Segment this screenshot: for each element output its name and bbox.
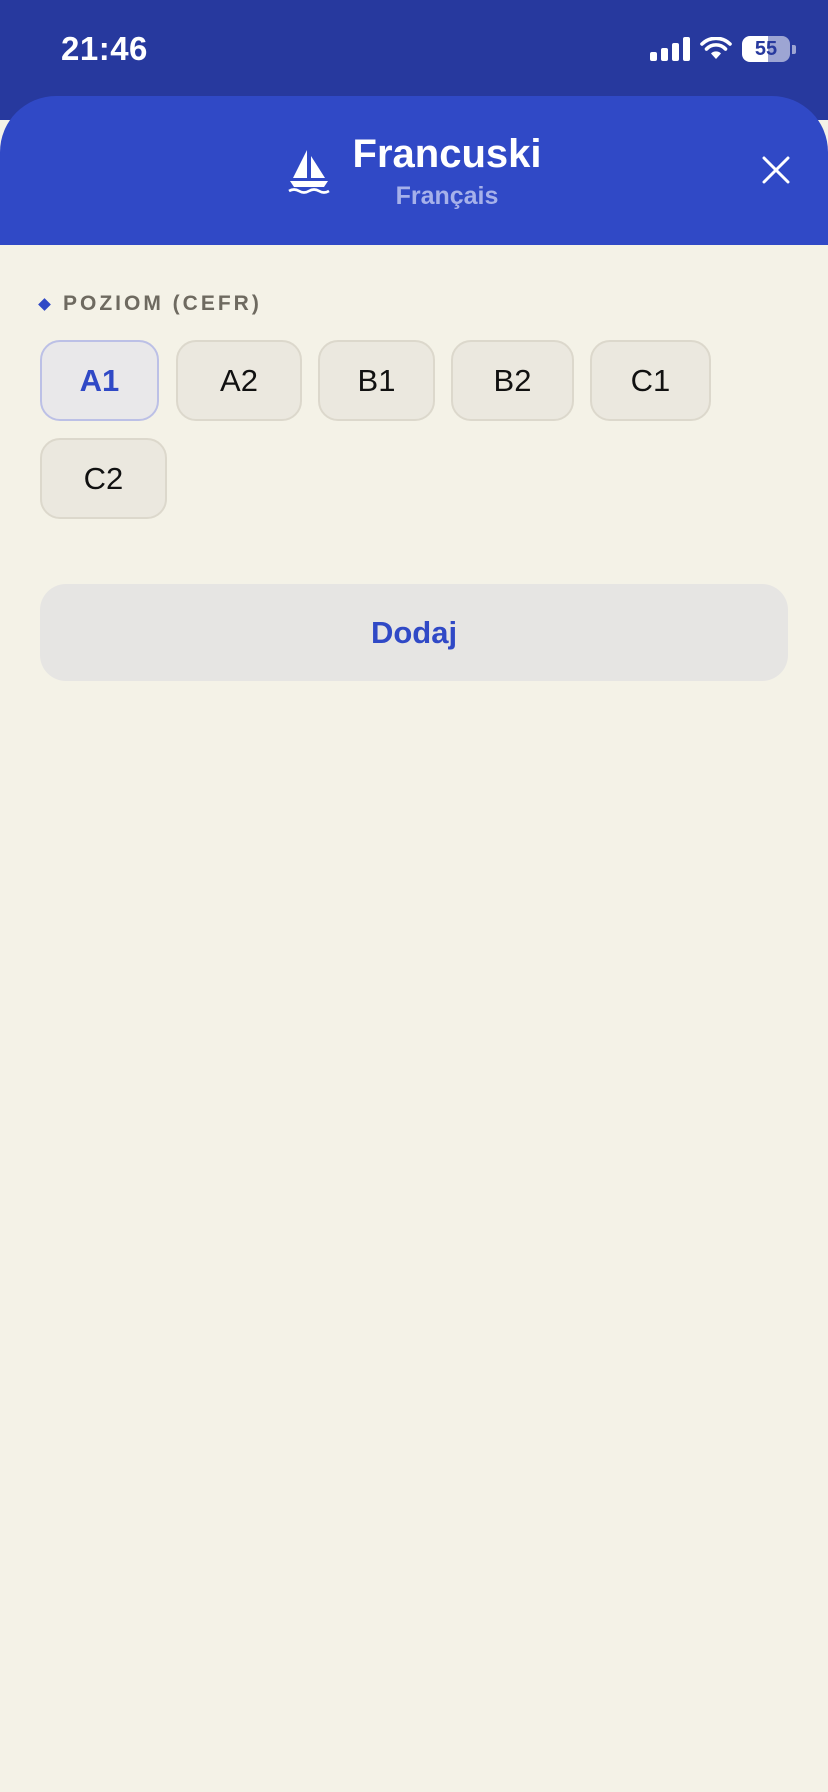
close-icon bbox=[762, 156, 790, 184]
diamond-icon bbox=[38, 297, 51, 311]
page-title: Francuski bbox=[352, 132, 542, 176]
level-option-a2[interactable]: A2 bbox=[176, 340, 302, 421]
battery-level: 55 bbox=[754, 37, 778, 60]
header-title-group: Francuski Français bbox=[0, 132, 828, 212]
signal-icon bbox=[650, 37, 690, 61]
add-button[interactable]: Dodaj bbox=[40, 584, 788, 681]
page-subtitle: Français bbox=[395, 182, 499, 210]
status-time: 21:46 bbox=[61, 30, 148, 67]
sailboat-icon bbox=[287, 150, 330, 194]
wifi-icon bbox=[700, 37, 732, 59]
level-option-b2[interactable]: B2 bbox=[451, 340, 574, 421]
status-icons: 55 bbox=[650, 34, 796, 64]
close-button[interactable] bbox=[754, 148, 798, 192]
level-option-c2[interactable]: C2 bbox=[40, 438, 167, 519]
battery-icon: 55 bbox=[742, 36, 796, 62]
sheet-header: Francuski Français bbox=[0, 96, 828, 245]
screen: 21:46 55 Francuski Français POZIOM (CEFR… bbox=[0, 0, 828, 1792]
level-section-label: POZIOM (CEFR) bbox=[38, 292, 262, 316]
level-option-b1[interactable]: B1 bbox=[318, 340, 435, 421]
level-option-c1[interactable]: C1 bbox=[590, 340, 711, 421]
level-option-a1[interactable]: A1 bbox=[40, 340, 159, 421]
level-label-text: POZIOM (CEFR) bbox=[63, 292, 262, 315]
